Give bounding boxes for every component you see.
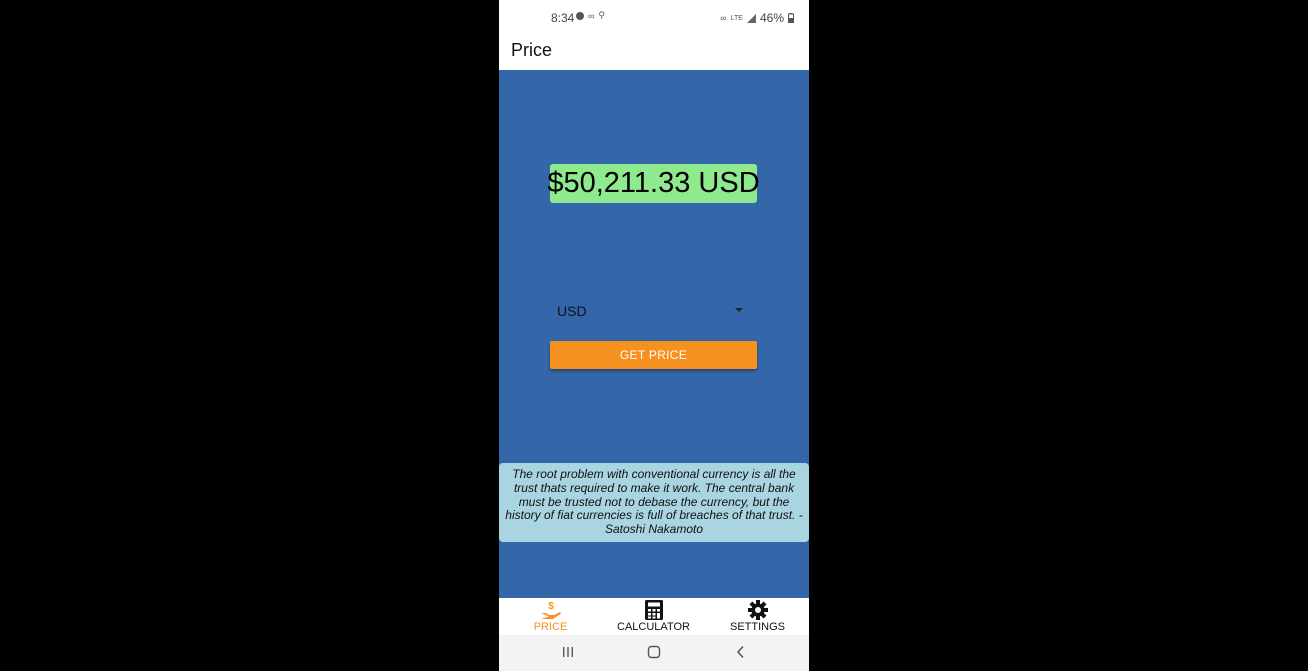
page-title: Price [511, 40, 553, 60]
battery-icon [788, 13, 794, 23]
svg-text:$: $ [548, 601, 554, 612]
currency-selected-value: USD [557, 303, 587, 319]
voicemail-icon: ∞ [588, 10, 595, 21]
nav-item-price[interactable]: $ PRICE [499, 598, 602, 635]
back-button[interactable] [734, 645, 748, 664]
bottom-navigation: $ PRICE CALCULATOR SETTINGS [499, 598, 809, 635]
chevron-down-icon [735, 308, 743, 312]
status-system-icons: ∞ LTE 46% [720, 11, 794, 25]
price-display: $50,211.33 USD [547, 164, 760, 203]
nav-label-settings: SETTINGS [729, 621, 785, 633]
status-bar: 8:34 ∞ ⚲ ∞ LTE 46% [499, 0, 809, 36]
nav-label-calculator: CALCULATOR [617, 621, 690, 633]
get-price-button[interactable]: GET PRICE [550, 341, 757, 369]
battery-percent: 46% [759, 11, 784, 25]
nav-label-price: PRICE [533, 621, 568, 633]
nav-item-calculator[interactable]: CALCULATOR [602, 598, 705, 635]
signal-icon [746, 13, 756, 23]
link-icon: ∞ [720, 13, 727, 23]
app-bar: Price [499, 36, 809, 70]
signal-share-icon: ⚲ [598, 10, 606, 20]
recent-apps-button[interactable] [561, 645, 575, 664]
status-notification-icons: ∞ ⚲ [576, 10, 605, 21]
status-time: 8:34 [551, 11, 575, 25]
notification-icon [576, 11, 584, 20]
system-navigation-bar [499, 635, 809, 671]
currency-dropdown[interactable]: USD [550, 297, 757, 323]
lte-label: LTE [730, 14, 743, 22]
home-button[interactable] [647, 645, 661, 664]
main-content: $50,211.33 USD USD GET PRICE The root pr… [499, 70, 809, 598]
quote-text: The root problem with conventional curre… [499, 463, 809, 542]
nav-item-settings[interactable]: SETTINGS [706, 598, 809, 635]
phone-screen: 8:34 ∞ ⚲ ∞ LTE 46% Price $50,211.33 USD … [499, 0, 809, 671]
